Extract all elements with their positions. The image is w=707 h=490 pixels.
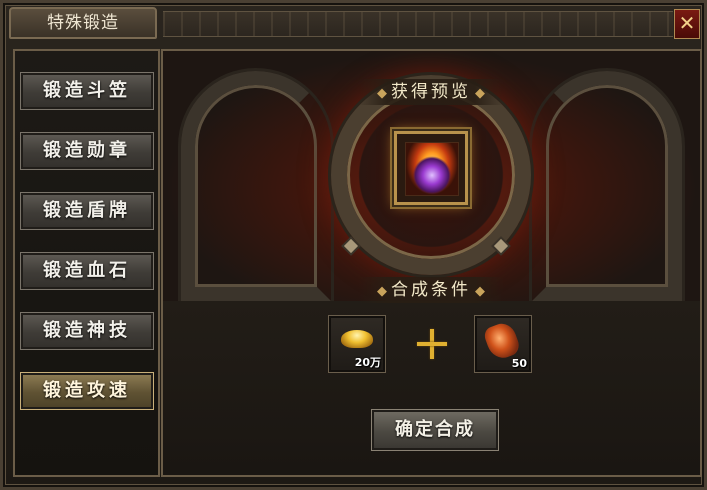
material-quantity: 20万 <box>354 356 381 369</box>
title-decoration-icon: ◆ <box>475 86 485 101</box>
menu-forge-bloodstone-button[interactable]: 锻造血石 <box>20 252 154 290</box>
close-icon[interactable]: ✕ <box>674 9 700 39</box>
menu-forge-hat-button[interactable]: 锻造斗笠 <box>20 72 154 110</box>
title-decoration-icon: ◆ <box>377 86 387 101</box>
preview-title-text: 获得预览 <box>391 82 471 102</box>
menu-forge-attack-speed-button[interactable]: 锻造攻速 <box>20 372 154 410</box>
title-decoration-icon: ◆ <box>377 284 387 299</box>
confirm-synthesis-button[interactable]: 确定合成 <box>371 409 499 451</box>
left-arch-ornament <box>181 71 331 301</box>
title-decoration-icon: ◆ <box>475 284 485 299</box>
window-title: 特殊锻造 <box>9 7 157 39</box>
result-item-slot[interactable] <box>394 131 468 205</box>
forge-main-panel: ◆ 获得预览 ◆ ◆ 合成条件 ◆ 20万 50 确定合成 <box>161 49 702 477</box>
plus-icon <box>417 329 447 359</box>
gold-ingot-icon <box>341 330 373 348</box>
forge-category-menu: 锻造斗笠 锻造勋章 锻造盾牌 锻造血石 锻造神技 锻造攻速 <box>13 49 160 477</box>
material-slot-stone[interactable]: 50 <box>474 315 532 373</box>
title-ornament <box>163 11 673 37</box>
conditions-title: ◆ 合成条件 ◆ <box>358 277 504 303</box>
menu-forge-shield-button[interactable]: 锻造盾牌 <box>20 192 154 230</box>
material-quantity: 50 <box>511 357 527 370</box>
conditions-title-text: 合成条件 <box>391 280 471 300</box>
menu-forge-skill-button[interactable]: 锻造神技 <box>20 312 154 350</box>
fire-stone-icon <box>482 319 522 363</box>
material-slot-gold[interactable]: 20万 <box>328 315 386 373</box>
menu-forge-medal-button[interactable]: 锻造勋章 <box>20 132 154 170</box>
flame-orb-icon <box>405 142 459 196</box>
special-forge-window: 特殊锻造 ✕ 锻造斗笠 锻造勋章 锻造盾牌 锻造血石 锻造神技 锻造攻速 ◆ 获得… <box>0 0 707 490</box>
right-arch-ornament <box>532 71 682 301</box>
preview-title: ◆ 获得预览 ◆ <box>358 79 504 105</box>
